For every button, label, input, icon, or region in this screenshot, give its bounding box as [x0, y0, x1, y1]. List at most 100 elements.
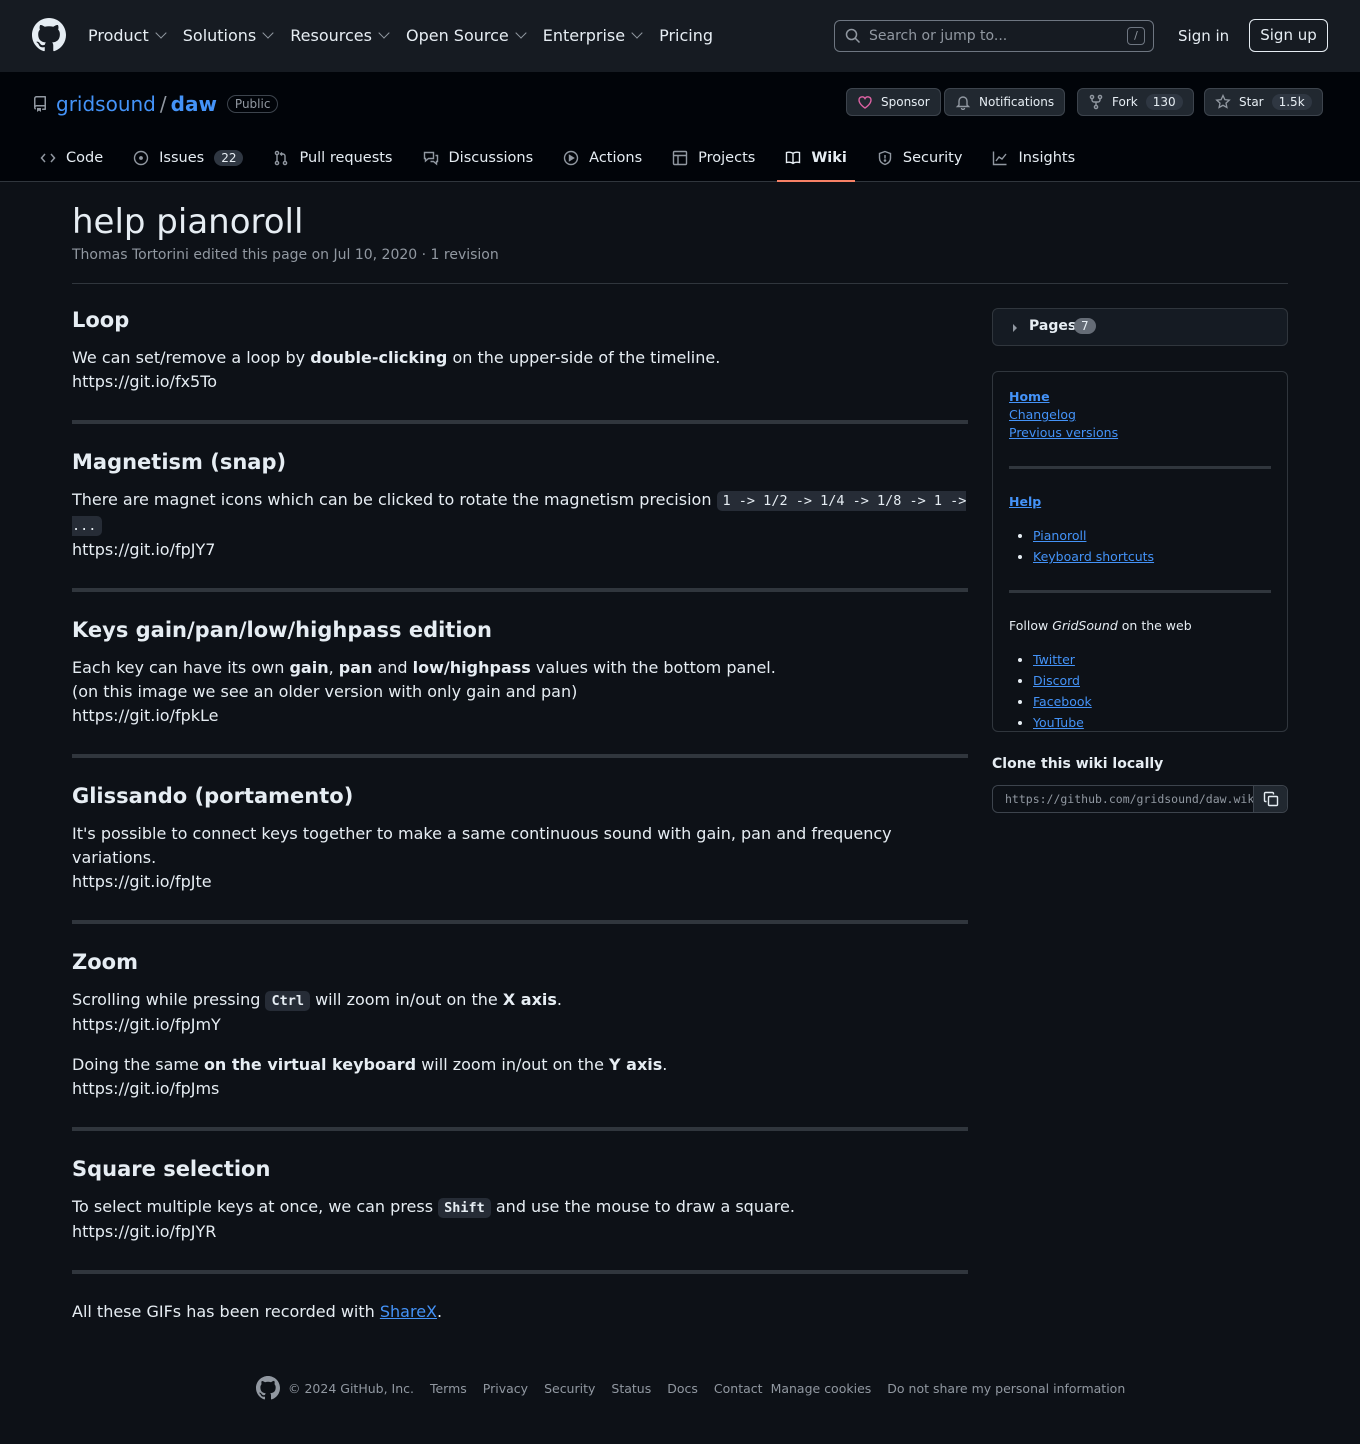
divider	[72, 420, 968, 424]
graph-icon	[993, 151, 1007, 166]
sidebar-link-previous-versions[interactable]: Previous versions	[1009, 424, 1271, 442]
sidebar-link-home[interactable]: Home	[1009, 388, 1271, 406]
search-shortcut-key: /	[1127, 27, 1145, 45]
chevron-down-icon	[155, 27, 167, 39]
twitter-link[interactable]: Twitter	[1033, 651, 1271, 669]
tab-security[interactable]: Security	[869, 138, 971, 178]
footer-link-contact[interactable]: Contact	[714, 1381, 763, 1396]
list-item: YouTube	[1033, 714, 1271, 732]
sidebar-link-keyboard-shortcuts[interactable]: Keyboard shortcuts	[1033, 548, 1271, 566]
page-title: help pianoroll	[72, 202, 304, 242]
star-button[interactable]: Star 1.5k	[1204, 88, 1323, 116]
heading-glissando: Glissando (portamento)	[72, 784, 354, 808]
heading-zoom: Zoom	[72, 950, 138, 974]
heading-square-selection: Square selection	[72, 1157, 271, 1181]
book-icon	[786, 151, 801, 165]
paragraph: There are magnet icons which can be clic…	[72, 490, 967, 559]
clone-title: Clone this wiki locally	[992, 756, 1164, 772]
sharex-link[interactable]: ShareX	[380, 1302, 437, 1321]
broken-image[interactable]: https://git.io/fpkLe	[72, 706, 218, 725]
tab-projects[interactable]: Projects	[664, 138, 763, 178]
pages-count: 7	[1074, 318, 1096, 334]
tab-actions[interactable]: Actions	[555, 138, 650, 178]
footer: © 2024 GitHub, Inc. Terms Privacy Securi…	[256, 1376, 1125, 1400]
star-count: 1.5k	[1271, 94, 1312, 110]
facebook-link[interactable]: Facebook	[1033, 693, 1271, 711]
wiki-sidebar: Home Changelog Previous versions Help Pi…	[992, 371, 1288, 732]
pull-request-icon	[275, 150, 288, 166]
divider	[1009, 466, 1271, 469]
discord-link[interactable]: Discord	[1033, 672, 1271, 690]
search-input[interactable]: Search or jump to... /	[834, 20, 1154, 52]
nav-open-source[interactable]: Open Source	[406, 24, 527, 46]
repo-owner-link[interactable]: gridsound	[56, 92, 156, 116]
repo-name-link[interactable]: daw	[171, 92, 217, 116]
broken-image[interactable]: https://git.io/fpJms	[72, 1079, 219, 1098]
chevron-down-icon	[262, 27, 274, 39]
tab-issues[interactable]: Issues 22	[125, 138, 251, 178]
footer-link-docs[interactable]: Docs	[667, 1381, 698, 1396]
nav-pricing[interactable]: Pricing	[659, 24, 713, 46]
broken-image[interactable]: https://git.io/fpJmY	[72, 1015, 221, 1034]
broken-image[interactable]: https://git.io/fpJY7	[72, 540, 215, 559]
paragraph: We can set/remove a loop by double-click…	[72, 348, 721, 391]
divider	[72, 588, 968, 592]
tab-code[interactable]: Code	[32, 138, 111, 178]
tab-pull-requests[interactable]: Pull requests	[265, 138, 400, 178]
sidebar-link-changelog[interactable]: Changelog	[1009, 406, 1271, 424]
list-item: Discord	[1033, 672, 1271, 690]
clone-url-field: https://github.com/gridsound/daw.wiki.gi…	[992, 785, 1288, 813]
github-logo-icon[interactable]	[32, 18, 66, 52]
broken-image[interactable]: https://git.io/fx5To	[72, 372, 217, 391]
broken-image[interactable]: https://git.io/fpJYR	[72, 1222, 216, 1241]
inline-code: Ctrl	[265, 991, 310, 1011]
nav-solutions[interactable]: Solutions	[183, 24, 274, 46]
sign-up-button[interactable]: Sign up	[1249, 19, 1328, 52]
triangle-right-icon	[1013, 324, 1017, 332]
issues-count: 22	[214, 150, 244, 166]
nav-product[interactable]: Product	[88, 24, 167, 46]
tab-wiki[interactable]: Wiki	[777, 138, 855, 182]
footer-link-status[interactable]: Status	[611, 1381, 651, 1396]
play-icon	[563, 150, 579, 166]
copy-button[interactable]	[1253, 786, 1287, 812]
inline-code: Shift	[438, 1198, 491, 1218]
sidebar-link-pianoroll[interactable]: Pianoroll	[1033, 527, 1271, 545]
page-meta: Thomas Tortorini edited this page on Jul…	[72, 247, 499, 263]
nav-enterprise[interactable]: Enterprise	[543, 24, 643, 46]
divider	[72, 1270, 968, 1274]
top-nav: Product Solutions Resources Open Source …	[88, 24, 731, 46]
visibility-badge: Public	[226, 95, 279, 113]
pages-toggle[interactable]: Pages 7	[992, 308, 1288, 346]
divider	[1009, 590, 1271, 593]
paragraph: Scrolling while pressing Ctrl will zoom …	[72, 990, 562, 1034]
list-item: Keyboard shortcuts	[1033, 548, 1271, 566]
clone-url-input[interactable]: https://github.com/gridsound/daw.wiki.gi…	[993, 786, 1253, 812]
issue-icon	[133, 150, 149, 166]
footer-link-do-not-share[interactable]: Do not share my personal information	[887, 1381, 1125, 1396]
tab-insights[interactable]: Insights	[984, 138, 1083, 178]
broken-image[interactable]: https://git.io/fpJte	[72, 872, 212, 891]
github-logo-icon[interactable]	[256, 1376, 280, 1400]
sidebar-link-help[interactable]: Help	[1009, 493, 1271, 511]
youtube-link[interactable]: YouTube	[1033, 714, 1271, 732]
footer-link-privacy[interactable]: Privacy	[483, 1381, 528, 1396]
paragraph: It's possible to connect keys together t…	[72, 824, 892, 891]
sponsor-button[interactable]: Sponsor	[846, 88, 941, 116]
discussions-icon	[423, 151, 438, 166]
nav-resources[interactable]: Resources	[290, 24, 390, 46]
footer-link-manage-cookies[interactable]: Manage cookies	[771, 1381, 872, 1396]
sign-in-link[interactable]: Sign in	[1178, 27, 1229, 45]
footer-link-terms[interactable]: Terms	[430, 1381, 467, 1396]
notifications-button[interactable]: Notifications	[944, 88, 1066, 116]
tab-discussions[interactable]: Discussions	[415, 138, 542, 178]
divider	[72, 920, 968, 924]
list-item: Pianoroll	[1033, 527, 1271, 545]
help-list: Pianoroll Keyboard shortcuts	[1033, 527, 1271, 566]
shield-icon	[878, 150, 892, 166]
paragraph: All these GIFs has been recorded with Sh…	[72, 1302, 443, 1321]
footer-link-security[interactable]: Security	[544, 1381, 595, 1396]
fork-button[interactable]: Fork 130	[1077, 88, 1194, 116]
follow-text: Follow GridSound on the web	[1009, 618, 1192, 633]
heading-magnetism: Magnetism (snap)	[72, 450, 287, 474]
